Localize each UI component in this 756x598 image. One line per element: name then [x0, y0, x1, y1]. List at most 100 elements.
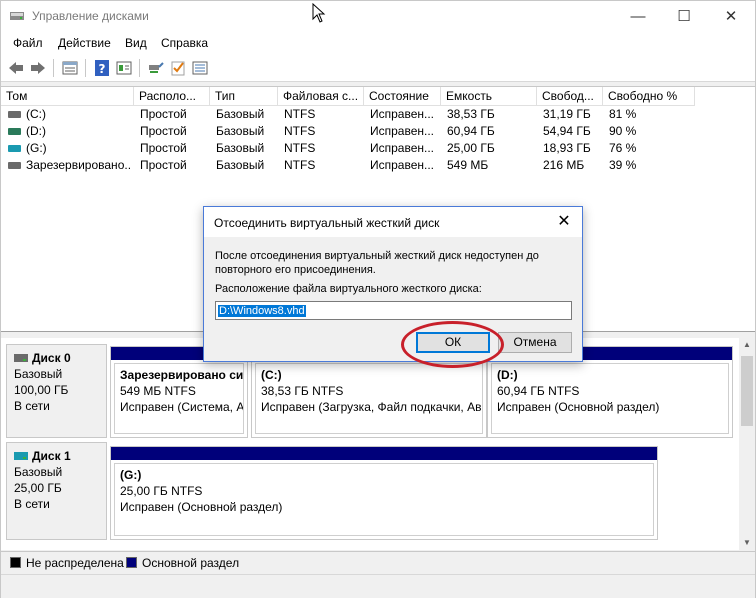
volume-layout: Простой [140, 141, 187, 155]
ok-highlight-ring [401, 321, 504, 368]
dialog-title-bar[interactable]: Отсоединить виртуальный жесткий диск ✕ [204, 207, 582, 237]
volume-capacity: 25,00 ГБ [447, 141, 495, 155]
volume-row[interactable]: (D:) Простой Базовый NTFS Исправен... 60… [1, 123, 755, 140]
volume-type: Базовый [216, 158, 265, 172]
partition-name: (D:) [497, 368, 518, 382]
maximize-button[interactable]: ☐ [661, 1, 707, 32]
disk-0-label[interactable]: Диск 0 Базовый 100,00 ГБ В сети [6, 344, 107, 438]
title-bar[interactable]: Управление дисками — ☐ ✕ [1, 1, 755, 32]
volume-row[interactable]: (C:) Простой Базовый NTFS Исправен... 38… [1, 106, 755, 123]
disk-1-partitions: (G:) 25,00 ГБ NTFS Исправен (Основной ра… [107, 442, 667, 540]
partition-name: (G:) [120, 468, 142, 482]
properties-icon[interactable] [61, 59, 79, 77]
detach-vhd-dialog: Отсоединить виртуальный жесткий диск ✕ П… [203, 206, 583, 362]
mouse-cursor-icon [312, 3, 326, 23]
column-header-status[interactable]: Состояние [364, 87, 441, 106]
legend-swatch-unallocated [10, 557, 21, 568]
volume-filesystem: NTFS [284, 158, 316, 172]
toolbar-separator [139, 59, 140, 77]
volume-name: (D:) [26, 124, 46, 138]
menu-file[interactable]: Файл [13, 36, 43, 50]
partition-size: 38,53 ГБ NTFS [261, 384, 344, 398]
column-header-capacity[interactable]: Емкость [441, 87, 537, 106]
connect-icon[interactable] [147, 59, 165, 77]
partition-g[interactable]: (G:) 25,00 ГБ NTFS Исправен (Основной ра… [110, 446, 658, 540]
volume-filesystem: NTFS [284, 124, 316, 138]
check-icon[interactable] [169, 59, 187, 77]
legend-swatch-primary [126, 557, 137, 568]
minimize-button[interactable]: — [615, 1, 661, 32]
vhd-path-label: Расположение файла виртуального жесткого… [215, 283, 482, 295]
help-icon[interactable]: ? [93, 59, 111, 77]
volume-type: Базовый [216, 124, 265, 138]
volume-free-percent: 81 % [609, 107, 637, 121]
partition-status: Исправен (Система, Ак [120, 400, 244, 414]
column-header-type[interactable]: Тип [210, 87, 278, 106]
dialog-close-icon[interactable]: ✕ [552, 211, 576, 233]
status-bar [1, 574, 755, 598]
legend-label-unallocated: Не распределена [26, 556, 124, 570]
partition-size: 549 МБ NTFS [120, 384, 196, 398]
disk-icon [14, 452, 28, 460]
scroll-thumb[interactable] [741, 356, 753, 426]
disk-graph-view: Диск 0 Базовый 100,00 ГБ В сети Зарезерв… [1, 338, 739, 550]
volume-status: Исправен... [370, 107, 435, 121]
column-header-filesystem[interactable]: Файловая с... [278, 87, 364, 106]
volume-capacity: 60,94 ГБ [447, 124, 495, 138]
partition-status: Исправен (Загрузка, Файл подкачки, Ав [261, 400, 482, 414]
vhd-path-field[interactable]: D:\Windows8.vhd [215, 301, 572, 320]
disk-state: В сети [14, 399, 50, 413]
back-icon[interactable] [7, 59, 25, 77]
volume-type: Базовый [216, 107, 265, 121]
partition-name: Зарезервировано сис [120, 368, 244, 382]
volume-name: (C:) [26, 107, 46, 121]
forward-icon[interactable] [29, 59, 47, 77]
volume-layout: Простой [140, 124, 187, 138]
scroll-down-icon[interactable]: ▼ [739, 538, 755, 547]
toolbar: ? [1, 54, 755, 82]
show-hide-icon[interactable] [115, 59, 133, 77]
volume-layout: Простой [140, 158, 187, 172]
list-icon[interactable] [191, 59, 209, 77]
dialog-title: Отсоединить виртуальный жесткий диск [214, 216, 440, 230]
partition-status: Исправен (Основной раздел) [497, 400, 660, 414]
volume-capacity: 549 МБ [447, 158, 489, 172]
graph-scrollbar[interactable]: ▲ ▼ [739, 338, 755, 550]
scroll-up-icon[interactable]: ▲ [739, 340, 755, 349]
close-button[interactable]: ✕ [708, 1, 754, 32]
cancel-button[interactable]: Отмена [498, 332, 572, 353]
volume-status: Исправен... [370, 158, 435, 172]
volume-free-percent: 39 % [609, 158, 637, 172]
menu-help[interactable]: Справка [161, 36, 208, 50]
volume-icon [8, 111, 21, 118]
partition-size: 25,00 ГБ NTFS [120, 484, 203, 498]
disk-type: Базовый [14, 465, 63, 479]
volume-row[interactable]: (G:) Простой Базовый NTFS Исправен... 25… [1, 140, 755, 157]
volume-free-percent: 76 % [609, 141, 637, 155]
volume-free: 54,94 ГБ [543, 124, 591, 138]
column-header-volume[interactable]: Том [1, 87, 134, 106]
legend-label-primary: Основной раздел [142, 556, 240, 570]
column-header-free-percent[interactable]: Свободно % [603, 87, 695, 106]
disk-type: Базовый [14, 367, 63, 381]
column-header-free[interactable]: Свобод... [537, 87, 603, 106]
disk-icon [14, 354, 28, 362]
volume-name: (G:) [26, 141, 47, 155]
volume-filesystem: NTFS [284, 107, 316, 121]
svg-text:?: ? [99, 62, 106, 76]
window-title: Управление дисками [32, 9, 149, 23]
volume-free: 31,19 ГБ [543, 107, 591, 121]
legend: Не распределена Основной раздел [1, 551, 755, 573]
volume-row[interactable]: Зарезервировано... Простой Базовый NTFS … [1, 157, 755, 174]
volume-icon [8, 162, 21, 169]
volume-status: Исправен... [370, 124, 435, 138]
column-header-layout[interactable]: Располо... [134, 87, 210, 106]
toolbar-separator [53, 59, 54, 77]
partition-name: (C:) [261, 368, 282, 382]
menu-action[interactable]: Действие [58, 36, 111, 50]
menu-view[interactable]: Вид [125, 36, 147, 50]
volume-free: 216 МБ [543, 158, 585, 172]
volume-icon [8, 128, 21, 135]
volume-icon [8, 145, 21, 152]
disk-1-label[interactable]: Диск 1 Базовый 25,00 ГБ В сети [6, 442, 107, 540]
